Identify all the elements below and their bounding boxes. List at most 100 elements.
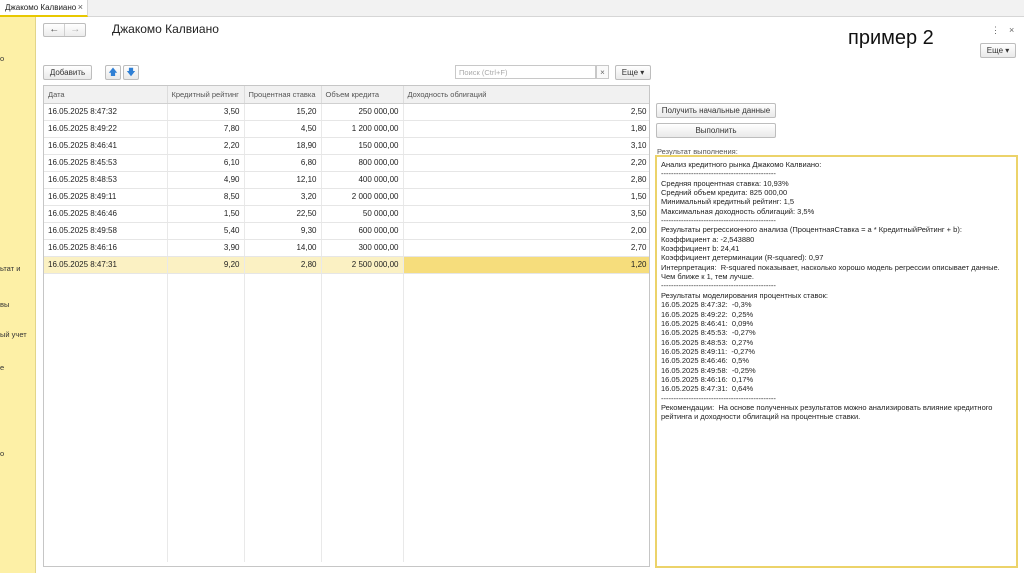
table-cell: 2,20 [403, 154, 649, 172]
result-line: ----------------------------------------… [661, 281, 776, 291]
result-line: 16.05.2025 8:49:22: 0,25% [661, 309, 754, 319]
table-cell: 4,50 [244, 120, 322, 138]
table-cell: 3,90 [167, 239, 245, 257]
execute-button[interactable]: Выполнить [656, 123, 776, 138]
close-form-icon[interactable]: × [1009, 25, 1014, 35]
sidebar-item[interactable]: ьтат и [0, 264, 20, 273]
tab-form[interactable]: Джакомо Калвиано × [0, 0, 88, 17]
result-line: Интерпретация: R-squared показывает, нас… [661, 262, 1000, 272]
empty-row [44, 358, 649, 375]
empty-row [44, 511, 649, 528]
table-cell: 22,50 [244, 205, 322, 223]
sidebar-item[interactable]: е [0, 363, 4, 372]
sidebar-item[interactable]: о [0, 54, 4, 63]
move-down-button[interactable]: 🡇 [123, 65, 139, 80]
tab-close-icon[interactable]: × [78, 2, 83, 12]
table-row[interactable]: 16.05.2025 8:47:31 9,20 2,80 2 500 000,00 1,… [44, 256, 649, 274]
table-row[interactable]: 16.05.2025 8:47:32 3,50 15,20 250 000,00 2,5… [44, 103, 649, 121]
table-cell: 1,50 [403, 188, 649, 206]
table-row[interactable]: 16.05.2025 8:46:16 3,90 14,00 300 000,00 2,7… [44, 239, 649, 257]
more-top-button[interactable]: Еще ▾ [980, 43, 1016, 58]
column-header-date[interactable]: Дата [44, 86, 168, 104]
move-up-button[interactable]: 🡅 [105, 65, 121, 80]
table-cell: 3,10 [403, 137, 649, 155]
sidebar-item[interactable]: вы [0, 300, 9, 309]
table-row[interactable]: 16.05.2025 8:49:22 7,80 4,50 1 200 000,00 1,… [44, 120, 649, 138]
table-row[interactable]: 16.05.2025 8:46:46 1,50 22,50 50 000,00 3,50 [44, 205, 649, 223]
table-cell: 16.05.2025 8:46:46 [44, 205, 168, 223]
search-clear-icon[interactable]: × [596, 65, 609, 79]
more-button[interactable]: Еще ▾ [615, 65, 651, 80]
table-cell: 16.05.2025 8:45:53 [44, 154, 168, 172]
empty-row [44, 477, 649, 494]
table-cell: 2,00 [403, 222, 649, 240]
table-row[interactable]: 16.05.2025 8:48:53 4,90 12,10 400 000,00 2,8… [44, 171, 649, 189]
result-line: 16.05.2025 8:48:53: 0,27% [661, 337, 754, 347]
sidebar-item[interactable]: о [0, 449, 4, 458]
table-cell: 7,80 [167, 120, 245, 138]
result-line: Рекомендации: На основе полученных резул… [661, 402, 993, 412]
result-line: Коэффициент a: -2,543880 [661, 234, 755, 244]
table-cell: 15,20 [244, 103, 322, 121]
table-cell: 16.05.2025 8:47:32 [44, 103, 168, 121]
empty-row [44, 392, 649, 409]
back-button[interactable]: ← [44, 24, 64, 36]
table-cell: 150 000,00 [321, 137, 404, 155]
table-cell: 2 500 000,00 [321, 256, 404, 274]
empty-row [44, 307, 649, 324]
column-header-credit-rating[interactable]: Кредитный рейтинг [167, 86, 245, 104]
result-line: Чем ближе к 1, тем лучше. [661, 272, 754, 282]
table-cell: 1,50 [167, 205, 245, 223]
table-row[interactable]: 16.05.2025 8:45:53 6,10 6,80 800 000,00 2,20 [44, 154, 649, 172]
result-textarea[interactable]: Анализ кредитного рынка Джакомо Калвиано… [655, 155, 1018, 568]
table-cell: 300 000,00 [321, 239, 404, 257]
column-header-interest-rate[interactable]: Процентная ставка [244, 86, 322, 104]
table-cell: 600 000,00 [321, 222, 404, 240]
empty-row [44, 375, 649, 392]
result-line: 16.05.2025 8:46:41: 0,09% [661, 318, 754, 328]
table-cell: 50 000,00 [321, 205, 404, 223]
sidebar-item[interactable]: ый учет [0, 330, 27, 339]
empty-row [44, 324, 649, 341]
table-cell: 2 000 000,00 [321, 188, 404, 206]
result-line: ----------------------------------------… [661, 169, 776, 179]
column-header-bond-yield[interactable]: Доходность облигаций [403, 86, 649, 104]
result-line: Минимальный кредитный рейтинг: 1,5 [661, 197, 795, 207]
table-cell: 2,20 [167, 137, 245, 155]
data-table[interactable]: Дата Кредитный рейтинг Процентная ставка… [43, 85, 650, 567]
empty-row [44, 494, 649, 511]
table-cell: 16.05.2025 8:46:16 [44, 239, 168, 257]
table-cell: 8,50 [167, 188, 245, 206]
get-initial-data-button[interactable]: Получить начальные данные [656, 103, 776, 118]
page-title: Джакомо Калвиано [112, 22, 219, 36]
result-line: Коэффициент b: 24,41 [661, 244, 740, 254]
result-line: Результаты моделирования процентных став… [661, 290, 828, 300]
result-line: 16.05.2025 8:46:16: 0,17% [661, 374, 754, 384]
table-cell: 9,30 [244, 222, 322, 240]
table-cell: 14,00 [244, 239, 322, 257]
empty-row [44, 273, 649, 290]
tab-title: Джакомо Калвиано [5, 3, 77, 12]
table-cell: 1 200 000,00 [321, 120, 404, 138]
table-row[interactable]: 16.05.2025 8:49:11 8,50 3,20 2 000 000,00 1,… [44, 188, 649, 206]
empty-row [44, 443, 649, 460]
table-cell: 9,20 [167, 256, 245, 274]
forward-button[interactable]: → [64, 24, 85, 36]
table-cell: 16.05.2025 8:49:11 [44, 188, 168, 206]
result-line: Средний объем кредита: 825 000,00 [661, 188, 788, 198]
add-button[interactable]: Добавить [43, 65, 92, 80]
result-line: ----------------------------------------… [661, 216, 776, 226]
table-cell: 6,80 [244, 154, 322, 172]
table-cell: 16.05.2025 8:49:58 [44, 222, 168, 240]
table-row[interactable]: 16.05.2025 8:46:41 2,20 18,90 150 000,00 3,1… [44, 137, 649, 155]
table-row[interactable]: 16.05.2025 8:49:58 5,40 9,30 600 000,00 2,00 [44, 222, 649, 240]
table-cell: 16.05.2025 8:49:22 [44, 120, 168, 138]
menu-dots-icon[interactable]: ⋮ [991, 25, 1000, 36]
tab-bar: Джакомо Калвиано × [0, 0, 1024, 17]
result-line: рейтинга и доходности облигаций на проце… [661, 412, 861, 422]
search-input[interactable]: Поиск (Ctrl+F) [455, 65, 596, 79]
column-header-loan-amount[interactable]: Объем кредита [321, 86, 404, 104]
table-cell: 2,70 [403, 239, 649, 257]
table-cell: 6,10 [167, 154, 245, 172]
table-cell: 400 000,00 [321, 171, 404, 189]
